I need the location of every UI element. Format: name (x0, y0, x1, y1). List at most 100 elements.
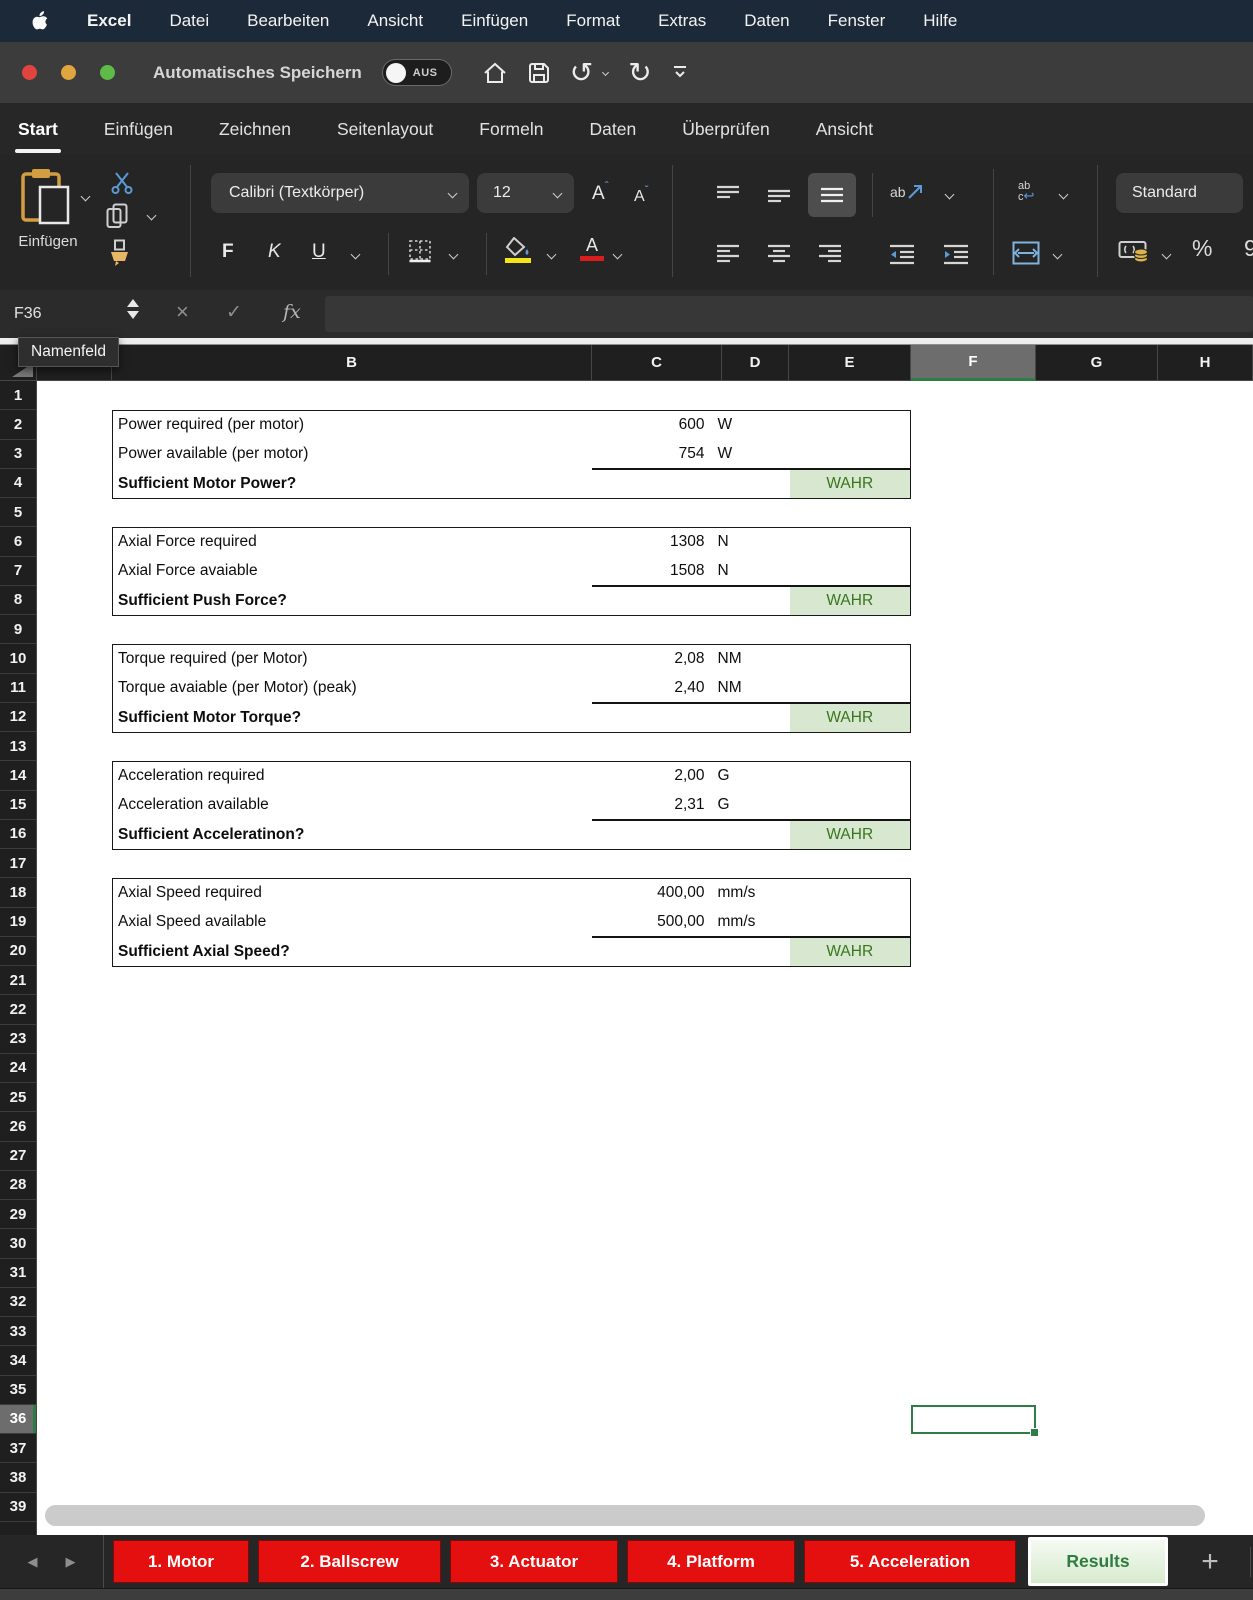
column-header-c[interactable]: C (592, 345, 722, 381)
enter-icon[interactable]: ✓ (226, 301, 242, 324)
row-header-34[interactable]: 34 (0, 1346, 36, 1375)
cell-label[interactable]: Acceleration available (113, 796, 587, 814)
row-header-3[interactable]: 3 (0, 440, 36, 469)
menubar-item-fenster[interactable]: Fenster (828, 11, 886, 31)
row-header-26[interactable]: 26 (0, 1112, 36, 1141)
cell-unit[interactable]: G (711, 796, 771, 814)
align-bottom-button-active[interactable] (808, 173, 856, 217)
accounting-chevron-icon[interactable] (1162, 250, 1172, 260)
ribbon-tab-start[interactable]: Start (18, 119, 58, 140)
cell-value[interactable]: 500,00 (587, 913, 711, 931)
table-row[interactable]: Acceleration available 2,31 G (113, 791, 910, 820)
table-row[interactable]: Power available (per motor) 754 W (113, 440, 910, 469)
row-header-37[interactable]: 37 (0, 1434, 36, 1463)
row-header-21[interactable]: 21 (0, 966, 36, 995)
cell-label[interactable]: Torque required (per Motor) (113, 650, 587, 668)
align-right-button[interactable] (817, 243, 843, 265)
horizontal-scrollbar-thumb[interactable] (45, 1505, 1205, 1526)
minimize-window-button[interactable] (61, 65, 76, 80)
row-header-16[interactable]: 16 (0, 820, 36, 849)
row-header-5[interactable]: 5 (0, 498, 36, 527)
underline-button[interactable]: U (312, 241, 326, 263)
result-block-motor-power[interactable]: Power required (per motor) 600 W Power a… (112, 410, 911, 499)
align-middle-button[interactable] (766, 183, 792, 207)
comma-style-button-clipped[interactable]: 9 (1244, 235, 1253, 265)
merge-cells-chevron-icon[interactable] (1053, 250, 1063, 260)
menubar-item-ansicht[interactable]: Ansicht (367, 11, 423, 31)
menubar-item-daten[interactable]: Daten (744, 11, 789, 31)
spreadsheet-grid[interactable]: 1234567891011121314151617181920212223242… (0, 381, 1253, 1535)
font-name-select[interactable]: Calibri (Textkörper) (211, 173, 469, 213)
name-box[interactable]: F36 (14, 290, 42, 338)
row-header-27[interactable]: 27 (0, 1142, 36, 1171)
row-header-25[interactable]: 25 (0, 1083, 36, 1112)
next-sheet-icon[interactable]: ▶ (66, 1554, 76, 1570)
paste-dropdown-chevron-icon[interactable] (81, 192, 91, 202)
home-icon[interactable] (482, 61, 508, 85)
sheet-tab-actuator[interactable]: 3. Actuator (450, 1540, 618, 1583)
cell-value[interactable]: 600 (587, 416, 711, 434)
row-header-24[interactable]: 24 (0, 1054, 36, 1083)
fill-color-button[interactable] (505, 237, 531, 263)
cell-value[interactable]: 754 (587, 445, 711, 463)
row-header-12[interactable]: 12 (0, 703, 36, 732)
ribbon-tab-ansicht[interactable]: Ansicht (816, 119, 873, 140)
cell-unit[interactable]: N (711, 533, 771, 551)
ribbon-tab-ueberpruefen[interactable]: Überprüfen (682, 119, 770, 140)
cell-value[interactable]: 2,31 (587, 796, 711, 814)
menubar-item-format[interactable]: Format (566, 11, 620, 31)
selected-cell-f36[interactable] (911, 1405, 1036, 1434)
cell-unit[interactable]: G (711, 767, 771, 785)
spinner-up-icon[interactable] (127, 299, 139, 307)
row-header-32[interactable]: 32 (0, 1288, 36, 1317)
name-box-spinner[interactable] (127, 299, 139, 319)
menubar-item-datei[interactable]: Datei (169, 11, 209, 31)
row-header-23[interactable]: 23 (0, 1025, 36, 1054)
cell-unit[interactable]: mm/s (711, 913, 771, 931)
copy-icon[interactable] (106, 203, 128, 229)
cell-label[interactable]: Power required (per motor) (113, 416, 587, 434)
cell-label[interactable]: Axial Speed required (113, 884, 587, 902)
cell-unit[interactable]: NM (711, 650, 771, 668)
result-block-axial-speed[interactable]: Axial Speed required 400,00 mm/s Axial S… (112, 878, 911, 967)
row-header-20[interactable]: 20 (0, 937, 36, 966)
table-row[interactable]: Axial Force required 1308 N (113, 528, 910, 557)
column-header-h[interactable]: H (1158, 345, 1253, 381)
font-color-chevron-icon[interactable] (613, 250, 623, 260)
cell-value[interactable]: 1508 (587, 562, 711, 580)
paste-button[interactable] (20, 167, 72, 225)
cell-unit[interactable]: W (711, 416, 771, 434)
table-row[interactable]: Acceleration required 2,00 G (113, 762, 910, 791)
cell-unit[interactable]: N (711, 562, 771, 580)
menubar-item-hilfe[interactable]: Hilfe (923, 11, 957, 31)
orientation-chevron-icon[interactable] (945, 190, 955, 200)
result-block-motor-torque[interactable]: Torque required (per Motor) 2,08 NM Torq… (112, 644, 911, 733)
cell-label[interactable]: Torque avaiable (per Motor) (peak) (113, 679, 587, 697)
column-header-g[interactable]: G (1036, 345, 1158, 381)
row-header-7[interactable]: 7 (0, 557, 36, 586)
result-cell-wahr[interactable]: WAHR (790, 470, 911, 498)
cell-value[interactable]: 2,40 (587, 679, 711, 697)
table-row[interactable]: Power required (per motor) 600 W (113, 411, 910, 440)
row-header-14[interactable]: 14 (0, 761, 36, 790)
text-orientation-button[interactable]: ab (890, 183, 924, 201)
row-header-10[interactable]: 10 (0, 644, 36, 673)
shrink-font-button[interactable]: Aˇ (634, 183, 649, 206)
percent-style-button[interactable]: % (1192, 235, 1212, 262)
merge-cells-button[interactable] (1012, 241, 1040, 265)
font-color-button[interactable]: A (580, 235, 604, 261)
sheet-tab-results-active[interactable]: Results (1028, 1537, 1168, 1586)
cell-label[interactable]: Axial Force avaiable (113, 562, 587, 580)
cell-label[interactable]: Axial Force required (113, 533, 587, 551)
row-header-35[interactable]: 35 (0, 1376, 36, 1405)
align-center-button[interactable] (766, 243, 792, 265)
save-icon[interactable] (528, 62, 550, 84)
borders-button[interactable] (408, 239, 432, 263)
row-header-18[interactable]: 18 (0, 878, 36, 907)
copy-dropdown-chevron-icon[interactable] (147, 211, 157, 221)
borders-chevron-icon[interactable] (449, 250, 459, 260)
ribbon-tab-einfuegen[interactable]: Einfügen (104, 119, 173, 140)
table-row[interactable]: Torque required (per Motor) 2,08 NM (113, 645, 910, 674)
row-header-22[interactable]: 22 (0, 995, 36, 1024)
result-cell-wahr[interactable]: WAHR (790, 704, 911, 732)
